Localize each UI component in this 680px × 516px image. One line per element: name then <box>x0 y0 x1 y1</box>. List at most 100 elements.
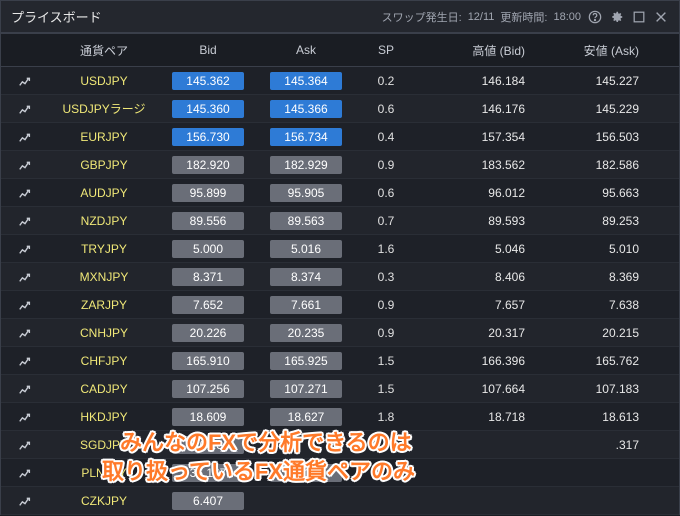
ask-cell[interactable]: 165.925 <box>257 352 355 370</box>
table-row[interactable]: GBPJPY182.920182.9290.9183.562182.586 <box>1 151 679 179</box>
close-icon[interactable] <box>653 9 669 25</box>
sp-cell: 1.8 <box>355 410 417 424</box>
ask-cell[interactable]: 156.734 <box>257 128 355 146</box>
bid-cell[interactable]: 145.360 <box>159 100 257 118</box>
table-row[interactable]: USDJPY145.362145.3640.2146.184145.227 <box>1 67 679 95</box>
ask-cell[interactable]: 95.905 <box>257 184 355 202</box>
table-row[interactable]: PLNJPY36.16736.195 <box>1 459 679 487</box>
high-cell: 166.396 <box>417 354 537 368</box>
sp-cell: 1.5 <box>355 354 417 368</box>
ask-cell[interactable]: 36.195 <box>257 464 355 482</box>
gear-icon[interactable] <box>609 9 625 25</box>
bid-cell[interactable]: 145.362 <box>159 72 257 90</box>
table-row[interactable]: CZKJPY6.407 <box>1 487 679 515</box>
header-high[interactable]: 高値 (Bid) <box>417 42 537 59</box>
chart-icon[interactable] <box>1 354 49 368</box>
sp-cell: 0.3 <box>355 270 417 284</box>
low-cell: 165.762 <box>537 354 657 368</box>
high-cell: 157.354 <box>417 130 537 144</box>
header-pair[interactable]: 通貨ペア <box>49 42 159 59</box>
table-row[interactable]: AUDJPY95.89995.9050.696.01295.663 <box>1 179 679 207</box>
bid-cell[interactable]: 8.371 <box>159 268 257 286</box>
update-label: 更新時間: <box>500 9 547 25</box>
bid-cell[interactable]: 95.899 <box>159 184 257 202</box>
swap-label: スワップ発生日: <box>382 9 462 25</box>
chart-icon[interactable] <box>1 382 49 396</box>
low-cell: 7.638 <box>537 298 657 312</box>
high-cell: 89.593 <box>417 214 537 228</box>
table-row[interactable]: CNHJPY20.22620.2350.920.31720.215 <box>1 319 679 347</box>
sp-cell: 0.4 <box>355 130 417 144</box>
help-icon[interactable] <box>587 9 603 25</box>
bid-cell[interactable]: 156.730 <box>159 128 257 146</box>
low-cell: 145.227 <box>537 74 657 88</box>
sp-cell: 0.2 <box>355 74 417 88</box>
chart-icon[interactable] <box>1 410 49 424</box>
ask-cell[interactable]: 145.366 <box>257 100 355 118</box>
high-cell: 8.406 <box>417 270 537 284</box>
high-cell: 107.664 <box>417 382 537 396</box>
chart-icon[interactable] <box>1 466 49 480</box>
low-cell: 20.215 <box>537 326 657 340</box>
price-board-window: プライスボード スワップ発生日: 12/11 更新時間: 18:00 通貨ペア <box>0 0 680 515</box>
header-ask[interactable]: Ask <box>257 43 355 57</box>
ask-cell[interactable]: 107.271 <box>257 380 355 398</box>
bid-cell[interactable]: 7.652 <box>159 296 257 314</box>
bid-cell[interactable]: 20.226 <box>159 324 257 342</box>
ask-cell[interactable]: 18.627 <box>257 408 355 426</box>
chart-icon[interactable] <box>1 494 49 508</box>
table-row[interactable]: HKDJPY18.60918.6271.818.71818.613 <box>1 403 679 431</box>
bid-cell[interactable]: 36.167 <box>159 464 257 482</box>
table-row[interactable]: NZDJPY89.55689.5630.789.59389.253 <box>1 207 679 235</box>
header-bid[interactable]: Bid <box>159 43 257 57</box>
pair-name: GBPJPY <box>49 158 159 172</box>
bid-cell[interactable]: 89.556 <box>159 212 257 230</box>
table-row[interactable]: CADJPY107.256107.2711.5107.664107.183 <box>1 375 679 403</box>
table-row[interactable]: EURJPY156.730156.7340.4157.354156.503 <box>1 123 679 151</box>
chart-icon[interactable] <box>1 326 49 340</box>
chart-icon[interactable] <box>1 438 49 452</box>
chart-icon[interactable] <box>1 74 49 88</box>
low-cell: 107.183 <box>537 382 657 396</box>
bid-cell[interactable]: 6.407 <box>159 492 257 510</box>
bid-cell[interactable]: 165.910 <box>159 352 257 370</box>
chart-icon[interactable] <box>1 102 49 116</box>
ask-cell[interactable]: 182.929 <box>257 156 355 174</box>
high-cell: 183.562 <box>417 158 537 172</box>
bid-cell[interactable]: 18.609 <box>159 408 257 426</box>
header-sp[interactable]: SP <box>355 43 417 57</box>
bid-cell[interactable]: 107.256 <box>159 380 257 398</box>
chart-icon[interactable] <box>1 158 49 172</box>
ask-cell[interactable]: 89.563 <box>257 212 355 230</box>
sp-cell: 0.7 <box>355 214 417 228</box>
high-cell: 146.184 <box>417 74 537 88</box>
chart-icon[interactable] <box>1 242 49 256</box>
expand-icon[interactable] <box>631 9 647 25</box>
bid-cell[interactable]: 5.000 <box>159 240 257 258</box>
ask-cell[interactable]: 5.016 <box>257 240 355 258</box>
table-row[interactable]: MXNJPY8.3718.3740.38.4068.369 <box>1 263 679 291</box>
ask-cell[interactable]: 145.364 <box>257 72 355 90</box>
table-row[interactable]: ZARJPY7.6527.6610.97.6577.638 <box>1 291 679 319</box>
pair-name: EURJPY <box>49 130 159 144</box>
table-row[interactable]: CHFJPY165.910165.9251.5166.396165.762 <box>1 347 679 375</box>
low-cell: 89.253 <box>537 214 657 228</box>
table-row[interactable]: TRYJPY5.0005.0161.65.0465.010 <box>1 235 679 263</box>
bid-cell[interactable]: 182.920 <box>159 156 257 174</box>
chart-icon[interactable] <box>1 130 49 144</box>
chart-icon[interactable] <box>1 298 49 312</box>
ask-cell[interactable]: 7.661 <box>257 296 355 314</box>
chart-icon[interactable] <box>1 186 49 200</box>
sp-cell: 0.9 <box>355 158 417 172</box>
chart-icon[interactable] <box>1 270 49 284</box>
ask-cell[interactable]: 8.374 <box>257 268 355 286</box>
header-low[interactable]: 安値 (Ask) <box>537 42 657 59</box>
sp-cell: 0.9 <box>355 326 417 340</box>
table-row[interactable]: USDJPYラージ145.360145.3660.6146.176145.229 <box>1 95 679 123</box>
pair-name: TRYJPY <box>49 242 159 256</box>
table-row[interactable]: SGDJPY108.3.317 <box>1 431 679 459</box>
chart-icon[interactable] <box>1 214 49 228</box>
bid-cell[interactable]: 108.3 <box>159 436 257 454</box>
ask-cell[interactable]: 20.235 <box>257 324 355 342</box>
high-cell: 96.012 <box>417 186 537 200</box>
